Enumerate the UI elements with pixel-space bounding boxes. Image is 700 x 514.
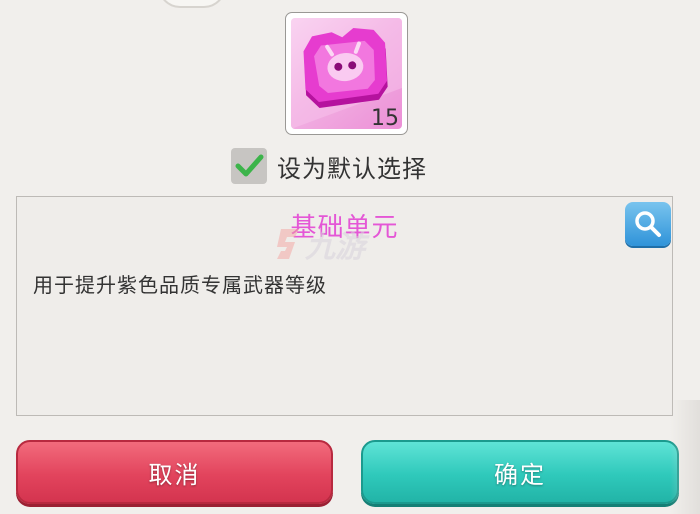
default-selection-row[interactable]: 设为默认选择 [231, 147, 427, 185]
magnifier-icon [635, 211, 661, 237]
confirm-button[interactable]: 确定 [361, 440, 679, 504]
top-decoration [158, 0, 226, 8]
edge-shading [670, 400, 700, 514]
item-description: 用于提升紫色品质专属武器等级 [33, 273, 327, 297]
item-quantity: 15 [371, 106, 399, 131]
cancel-button-label: 取消 [148, 460, 201, 489]
default-selection-label: 设为默认选择 [277, 154, 427, 183]
cancel-button[interactable]: 取消 [16, 440, 333, 504]
watermark-text: 九游 [305, 230, 365, 265]
checkmark-icon [235, 154, 264, 177]
watermark-logo-icon [277, 229, 299, 259]
zoom-button[interactable] [625, 202, 671, 246]
default-checkbox[interactable] [231, 148, 267, 184]
watermark: 九游 [273, 222, 365, 266]
confirm-button-label: 确定 [494, 460, 546, 489]
item-card[interactable]: 15 [285, 12, 408, 135]
